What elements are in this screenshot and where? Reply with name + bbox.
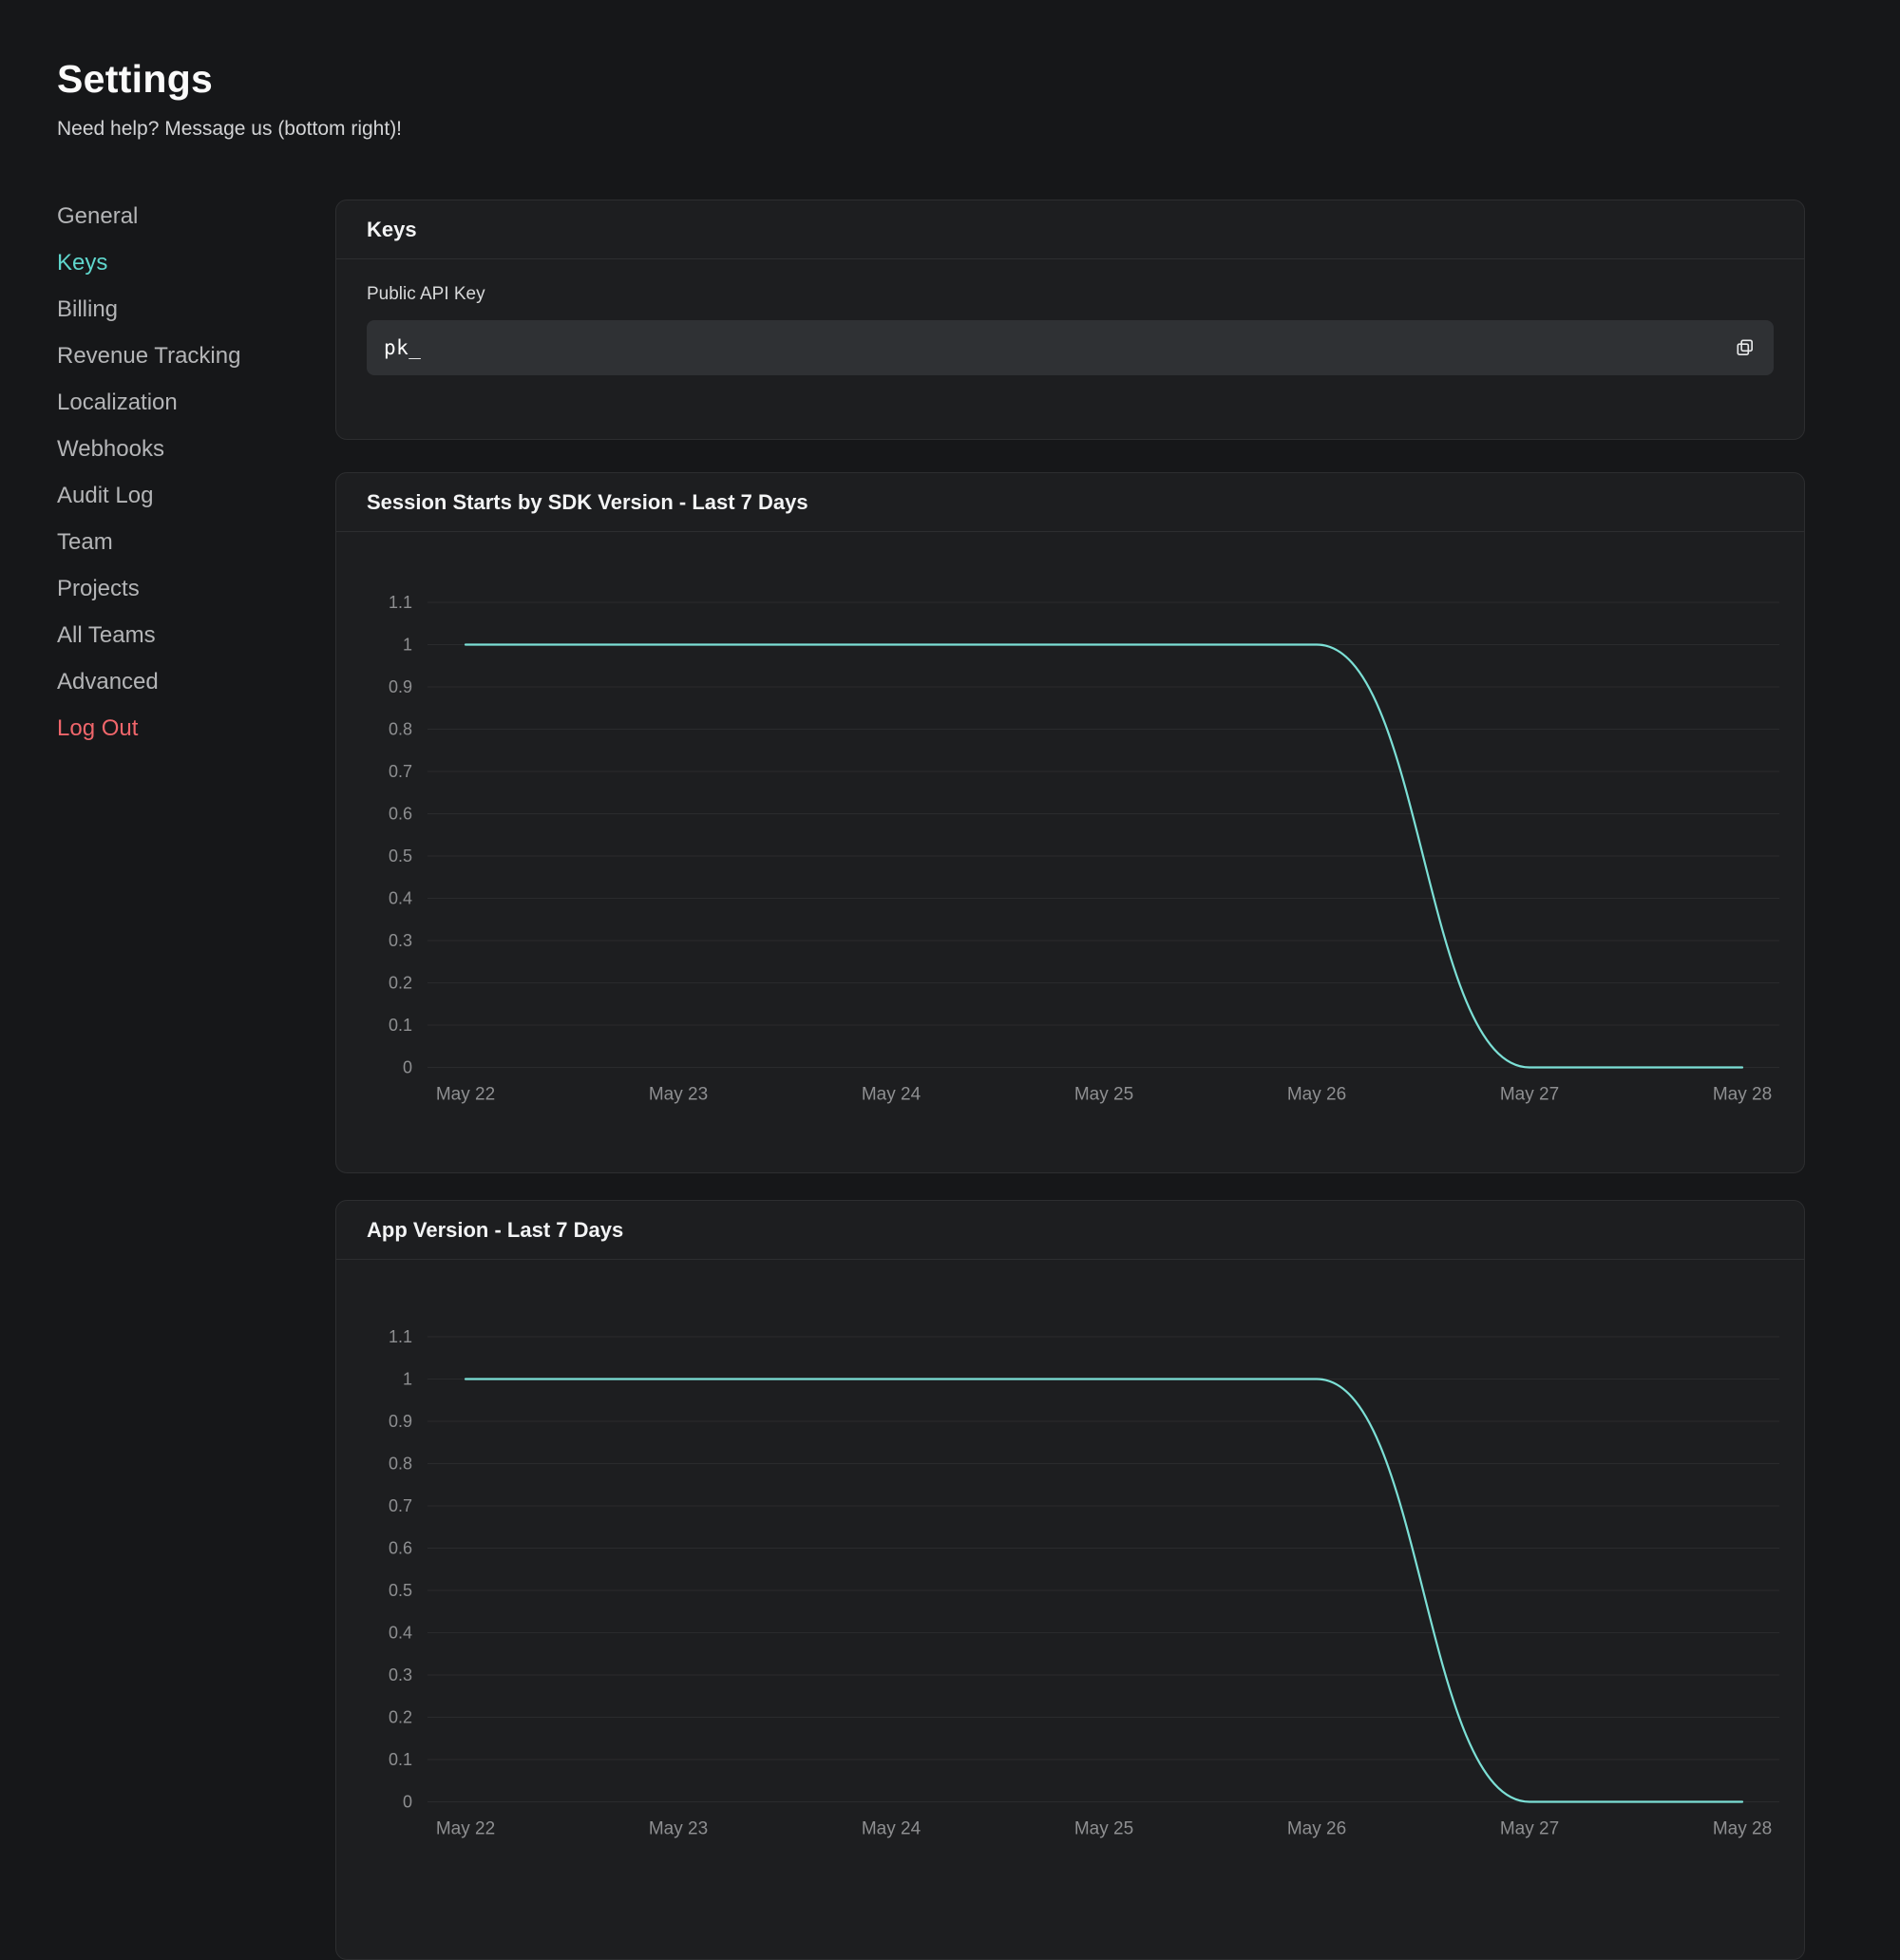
svg-text:0.9: 0.9 — [389, 677, 412, 696]
svg-text:0.3: 0.3 — [389, 1665, 412, 1684]
svg-text:0: 0 — [403, 1793, 412, 1812]
sdk-version-chart-body: 1.1 1 0.9 0.8 0.7 0.6 0.5 0.4 0.3 0.2 0.1 0 May 22 Ma… — [336, 532, 1804, 1173]
sidebar-item-team[interactable]: Team — [57, 519, 323, 565]
app-version-chart: 1.1 1 0.9 0.8 0.7 0.6 0.5 0.4 0.3 0.2 0.1 0 May 22 Ma… — [336, 1260, 1804, 1960]
sidebar: General Keys Billing Revenue Tracking Lo… — [57, 193, 323, 752]
sidebar-item-revenue-tracking[interactable]: Revenue Tracking — [57, 333, 323, 379]
keys-card-body: Public API Key pk_ — [336, 259, 1804, 375]
sdk-version-chart-header: Session Starts by SDK Version - Last 7 D… — [336, 473, 1804, 532]
svg-text:May 26: May 26 — [1287, 1085, 1346, 1105]
svg-text:May 22: May 22 — [436, 1085, 495, 1105]
public-api-key-field[interactable]: pk_ — [367, 320, 1774, 375]
svg-text:0: 0 — [403, 1058, 412, 1077]
svg-text:May 28: May 28 — [1713, 1819, 1772, 1839]
sidebar-item-audit-log[interactable]: Audit Log — [57, 472, 323, 519]
sidebar-item-log-out[interactable]: Log Out — [57, 705, 323, 752]
sidebar-item-general[interactable]: General — [57, 193, 323, 239]
svg-text:May 25: May 25 — [1074, 1085, 1133, 1105]
svg-text:0.5: 0.5 — [389, 1581, 412, 1600]
app-version-chart-header: App Version - Last 7 Days — [336, 1201, 1804, 1260]
page-subtitle: Need help? Message us (bottom right)! — [57, 118, 402, 141]
svg-text:0.4: 0.4 — [389, 889, 412, 908]
sidebar-item-webhooks[interactable]: Webhooks — [57, 426, 323, 472]
sidebar-item-all-teams[interactable]: All Teams — [57, 612, 323, 658]
sdk-version-chart-title: Session Starts by SDK Version - Last 7 D… — [367, 490, 808, 515]
svg-text:0.3: 0.3 — [389, 931, 412, 950]
svg-text:0.4: 0.4 — [389, 1624, 412, 1643]
svg-text:May 22: May 22 — [436, 1819, 495, 1839]
svg-text:1.1: 1.1 — [389, 1327, 412, 1346]
svg-text:0.1: 0.1 — [389, 1016, 412, 1035]
sdk-version-chart-card: Session Starts by SDK Version - Last 7 D… — [335, 472, 1805, 1173]
svg-text:May 28: May 28 — [1713, 1085, 1772, 1105]
svg-text:May 24: May 24 — [862, 1085, 922, 1105]
copy-button[interactable] — [1726, 329, 1764, 367]
svg-text:May 23: May 23 — [649, 1819, 708, 1839]
svg-text:0.2: 0.2 — [389, 974, 412, 993]
svg-text:May 24: May 24 — [862, 1819, 922, 1839]
page-title: Settings — [57, 57, 213, 102]
svg-text:0.8: 0.8 — [389, 1455, 412, 1474]
keys-card: Keys Public API Key pk_ — [335, 200, 1805, 440]
svg-text:0.1: 0.1 — [389, 1750, 412, 1769]
svg-text:0.7: 0.7 — [389, 762, 412, 781]
svg-text:May 27: May 27 — [1500, 1819, 1559, 1839]
svg-text:May 27: May 27 — [1500, 1085, 1559, 1105]
svg-text:1: 1 — [403, 1370, 412, 1389]
svg-text:0.2: 0.2 — [389, 1708, 412, 1727]
app-version-chart-card: App Version - Last 7 Days 1.1 1 0.9 0.8 0.7 0… — [335, 1200, 1805, 1960]
sidebar-item-projects[interactable]: Projects — [57, 565, 323, 612]
keys-card-title: Keys — [367, 218, 417, 242]
sidebar-item-billing[interactable]: Billing — [57, 286, 323, 333]
svg-text:1: 1 — [403, 636, 412, 655]
svg-text:0.6: 0.6 — [389, 1539, 412, 1558]
copy-icon — [1735, 337, 1756, 358]
sidebar-item-keys[interactable]: Keys — [57, 239, 323, 286]
app-version-chart-body: 1.1 1 0.9 0.8 0.7 0.6 0.5 0.4 0.3 0.2 0.1 0 May 22 Ma… — [336, 1260, 1804, 1960]
svg-text:0.8: 0.8 — [389, 720, 412, 739]
svg-text:0.6: 0.6 — [389, 805, 412, 824]
svg-text:0.5: 0.5 — [389, 847, 412, 866]
sdk-version-chart: 1.1 1 0.9 0.8 0.7 0.6 0.5 0.4 0.3 0.2 0.1 0 May 22 Ma… — [336, 532, 1804, 1173]
svg-text:May 23: May 23 — [649, 1085, 708, 1105]
public-api-key-value: pk_ — [384, 336, 421, 359]
svg-text:May 25: May 25 — [1074, 1819, 1133, 1839]
public-api-key-label: Public API Key — [367, 284, 1774, 305]
svg-text:1.1: 1.1 — [389, 593, 412, 612]
svg-text:May 26: May 26 — [1287, 1819, 1346, 1839]
app-version-chart-title: App Version - Last 7 Days — [367, 1218, 623, 1243]
svg-text:0.7: 0.7 — [389, 1496, 412, 1515]
main-content: Keys Public API Key pk_ Session Starts b… — [335, 200, 1805, 1960]
keys-card-header: Keys — [336, 200, 1804, 259]
sidebar-item-advanced[interactable]: Advanced — [57, 658, 323, 705]
sidebar-item-localization[interactable]: Localization — [57, 379, 323, 426]
svg-text:0.9: 0.9 — [389, 1412, 412, 1431]
